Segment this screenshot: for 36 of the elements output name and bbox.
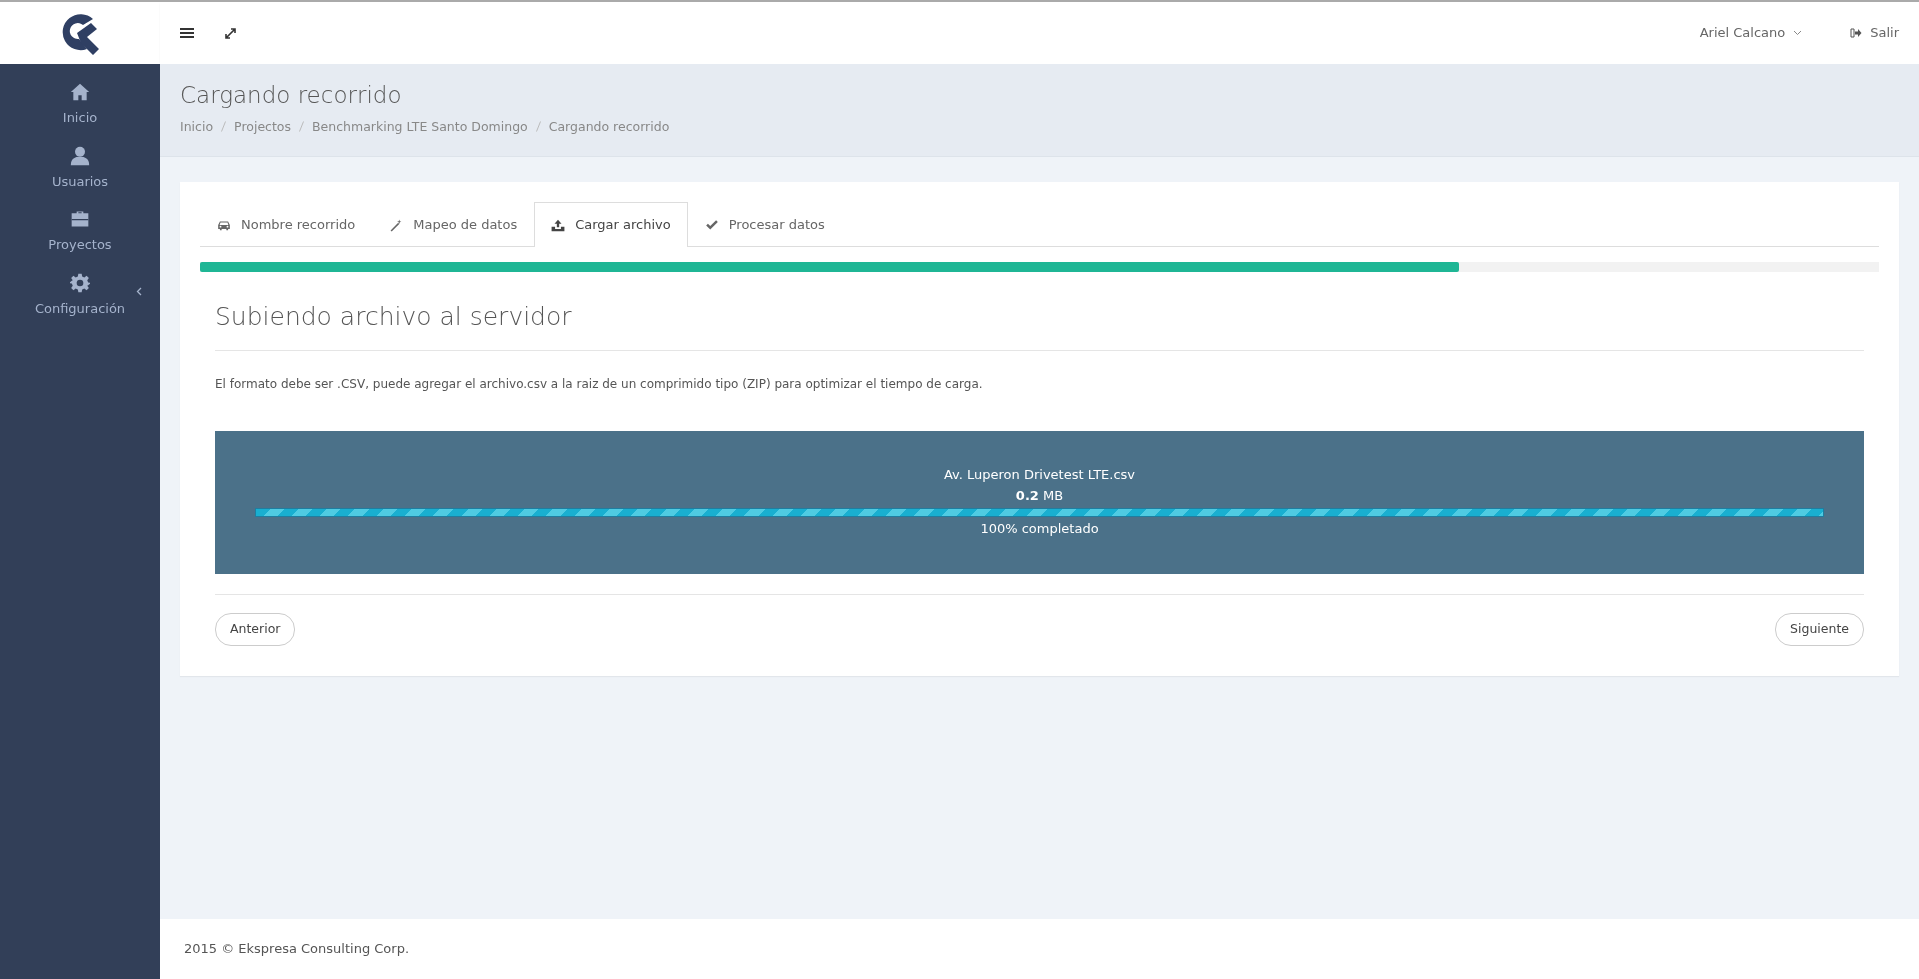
file-size: 0.2 MB	[1015, 487, 1064, 506]
page-title: Cargando recorrido	[180, 82, 403, 110]
briefcase-icon	[70, 209, 90, 229]
user-icon	[70, 145, 90, 166]
wizard-tab[interactable]: Mapeo de datos	[372, 202, 535, 247]
upload-icon	[551, 218, 566, 232]
next-button[interactable]: Siguiente	[1775, 613, 1864, 647]
logout-icon	[1850, 28, 1863, 38]
sidebar-item[interactable]: Usuarios	[0, 137, 160, 201]
wizard-tab[interactable]: Cargar archivo	[534, 202, 688, 247]
copyright-text: 2015 © Ekspresa Consulting Corp.	[184, 941, 410, 956]
logout-link[interactable]: Salir	[1850, 23, 1899, 43]
checkmark-icon	[704, 218, 719, 232]
previous-button[interactable]: Anterior	[215, 613, 296, 647]
breadcrumb-separator-icon	[221, 121, 227, 133]
breadcrumb-link[interactable]: Inicio	[180, 117, 214, 137]
sidebar-item[interactable]: Inicio	[0, 74, 160, 138]
sidebar-item[interactable]: Configuración	[0, 264, 160, 328]
section-heading: Subiendo archivo al servidor	[215, 301, 1864, 351]
home-icon	[70, 82, 90, 102]
file-name: Av. Luperon Drivetest LTE.csv	[943, 465, 1136, 484]
chevron-down-icon	[1793, 30, 1803, 36]
breadcrumb-separator-icon	[299, 121, 304, 133]
user-menu[interactable]: Ariel Calcano	[1693, 22, 1809, 44]
car-icon	[217, 218, 231, 232]
breadcrumb-separator-icon	[535, 121, 541, 133]
sidebar-item[interactable]: Proyectos	[0, 201, 160, 265]
settings-icon	[70, 272, 90, 293]
magic-wand-icon	[389, 218, 404, 232]
wizard-tab[interactable]: Procesar datos	[687, 202, 842, 247]
wizard-tab[interactable]: Nombre recorrido	[200, 202, 373, 247]
upload-status: 100% completado	[980, 519, 1099, 538]
description-text: El formato debe ser .CSV, puede agregar el archivo.csv a la raiz de un comprimido tipo (ZIP) para optimizar el tiempo de carga.	[215, 375, 984, 393]
current-page-label: Cargando recorrido	[548, 117, 670, 136]
fullscreen-icon[interactable]	[224, 26, 237, 40]
menu-icon[interactable]	[180, 27, 194, 39]
